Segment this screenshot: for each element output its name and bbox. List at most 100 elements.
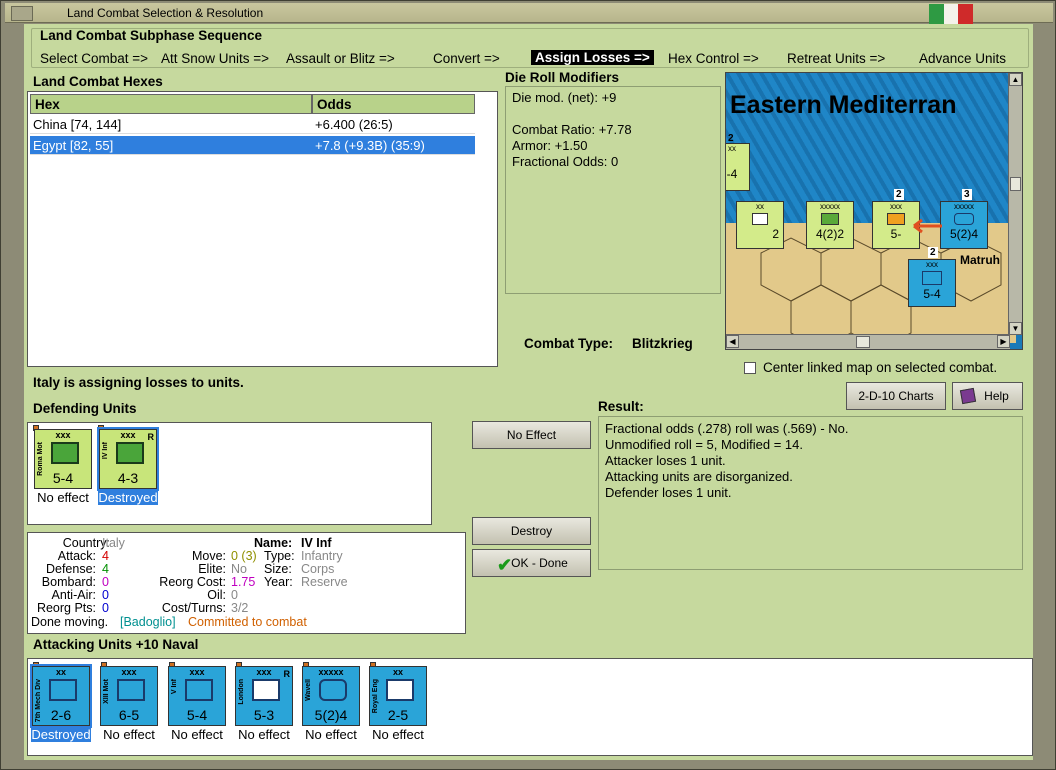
map-unit[interactable]: xxxxx 5(2)4 [940,201,988,249]
step-advance-units: Advance Units [919,51,1007,66]
help-book-icon [959,387,977,405]
map-unit[interactable]: xxxxx 4(2)2 [806,201,854,249]
reserve-marker: R [147,432,155,442]
map-unit[interactable]: xxx 5-4 [908,259,956,307]
attacking-unit[interactable]: xxx XIII Mot 6-5 No effect [99,662,159,742]
ok-done-label: OK - Done [511,556,568,570]
column-header-odds[interactable]: Odds [312,94,475,114]
scroll-up-icon[interactable]: ▲ [1009,73,1022,86]
combat-type-value: Blitzkrieg [632,336,693,351]
fire-icon [887,213,905,225]
defending-unit[interactable]: xxx Roma Mot 5-4 No effect [33,425,93,505]
infantry-icon [922,271,942,285]
engineer-icon [386,679,414,701]
modifier-net: Die mod. (net): +9 [512,90,617,105]
attacking-unit[interactable]: xxx R London 5-3 No effect [234,662,294,742]
attacking-unit[interactable]: xx Royal Eng 2-5 No effect [368,662,428,742]
destroy-button[interactable]: Destroy [472,517,591,545]
map-unit-size: xxx [890,202,902,211]
system-menu-icon[interactable] [11,6,33,21]
unit-counter: xxxxx Wavell 5(2)4 [302,666,360,726]
step-hex-control: Hex Control => [668,51,759,66]
window-title: Land Combat Selection & Resolution [67,6,264,20]
map-unit-size: xxxxx [954,202,974,211]
militia-icon [252,679,280,701]
no-effect-button[interactable]: No Effect [472,421,591,449]
map-unit-size: xx [728,144,736,153]
modifier-blank [512,106,714,122]
scroll-thumb[interactable] [1010,177,1021,191]
unit-size: xxx [121,667,137,677]
linked-map[interactable]: Eastern Mediterran xx 2 xxxxx 4(2)2 xxx … [725,72,1023,350]
table-row-odds-selected[interactable]: +7.8 (+9.3B) (35:9) [312,136,475,155]
unit-result: No effect [305,727,357,742]
map-unit[interactable]: xx -4 [726,143,750,191]
year-label: Year: [264,575,293,589]
map-unit[interactable]: xx 2 [736,201,784,249]
map-unit-value: 4(2)2 [815,227,844,241]
unit-value: 5-4 [52,470,74,486]
unit-size: xxx [55,430,71,440]
center-map-checkbox[interactable] [744,362,756,374]
scroll-down-icon[interactable]: ▼ [1009,322,1022,335]
step-assault-or-blitz: Assault or Blitz => [286,51,395,66]
attacking-unit[interactable]: xxxxx Wavell 5(2)4 No effect [301,662,361,742]
table-row-hex-selected[interactable]: Egypt [82, 55] [30,136,312,155]
step-convert: Convert => [433,51,500,66]
attacking-unit[interactable]: xxx V Inf 5-4 No effect [167,662,227,742]
map-vertical-scrollbar[interactable]: ▲ ▼ [1008,73,1022,335]
scroll-thumb[interactable] [856,336,870,348]
stack-count: 2 [928,247,938,258]
map-unit-value: 2 [772,227,779,241]
unit-result: No effect [103,727,155,742]
defending-unit-selected[interactable]: xxx R IV Inf 4-3 Destroyed [97,425,159,505]
infantry-icon [116,442,144,464]
unit-result: Destroyed [98,490,158,505]
modifiers-heading: Die Roll Modifiers [505,70,620,85]
checkmark-icon: ✔ [497,555,513,575]
help-button-label: Help [984,389,1009,403]
map-unit-size: xxxxx [820,202,840,211]
unit-counter: xxx R IV Inf 4-3 [97,427,159,491]
map-horizontal-scrollbar[interactable]: ◀ ▶ [726,334,1010,349]
table-row-odds[interactable]: +6.400 (26:5) [312,115,475,134]
map-unit-value: -4 [726,167,738,181]
unit-counter: xx Royal Eng 2-5 [369,666,427,726]
step-retreat-units: Retreat Units => [787,51,886,66]
result-panel: Fractional odds (.278) roll was (.569) -… [598,416,1023,570]
help-button[interactable]: Help [952,382,1023,410]
map-unit-size: xxx [926,260,938,269]
unit-name: London [238,679,245,705]
ok-done-button[interactable]: ✔ OK - Done [472,549,591,577]
modifier-combat-ratio: Combat Ratio: +7.78 [512,122,632,137]
column-header-hex[interactable]: Hex [30,94,312,114]
unit-value: 6-5 [118,707,140,723]
center-map-label: Center linked map on selected combat. [763,360,998,375]
reorg-pts-value: 0 [102,601,109,615]
step-att-snow-units: Att Snow Units => [161,51,270,66]
unit-counter: xx 7th Mech Div 2-6 [30,664,92,728]
leader-text: [Badoglio] [120,615,176,629]
result-line: Attacker loses 1 unit. [605,453,726,468]
reserve-marker: R [283,669,291,679]
unit-value: 4-3 [117,470,139,486]
attacking-unit-selected[interactable]: xx 7th Mech Div 2-6 Destroyed [30,662,92,742]
cost-turns-label: Cost/Turns: [161,601,226,615]
scroll-right-icon[interactable]: ▶ [997,335,1010,348]
unit-name: XIII Mot [103,679,110,704]
map-unit-value: 5-4 [923,287,941,301]
map-title: Eastern Mediterran [730,91,957,119]
charts-button[interactable]: 2-D-10 Charts [846,382,946,410]
unit-result: No effect [372,727,424,742]
unit-size: xxx [189,667,205,677]
hq-icon [752,213,768,225]
combat-hexes-table: Hex Odds China [74, 144] +6.400 (26:5) E… [27,91,498,367]
scroll-left-icon[interactable]: ◀ [726,335,739,348]
stack-count: 2 [894,189,904,200]
reorg-pts-label: Reorg Pts: [36,601,96,615]
unit-counter: xxx R London 5-3 [235,666,293,726]
map-unit-spacer [726,153,749,167]
unit-result: Destroyed [31,727,91,742]
defending-heading: Defending Units [33,401,137,416]
table-row-hex[interactable]: China [74, 144] [30,115,312,134]
